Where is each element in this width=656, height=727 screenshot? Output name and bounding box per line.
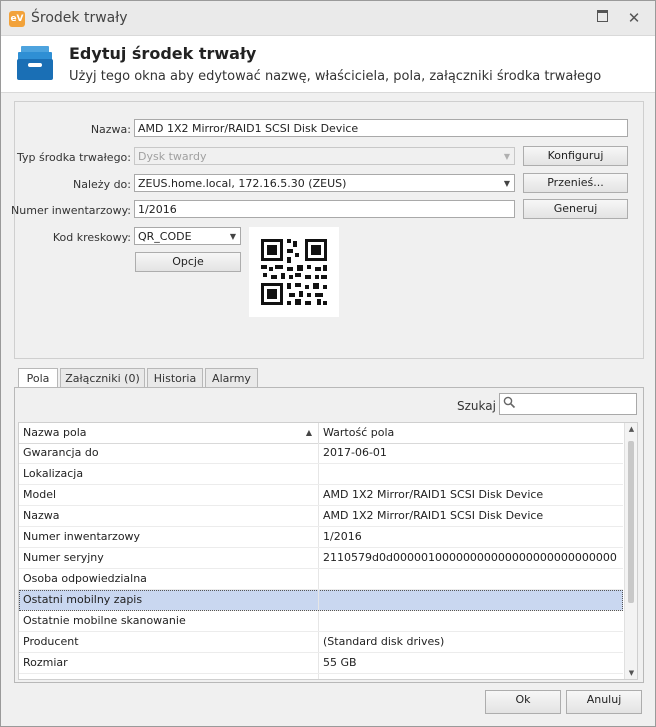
field-name-cell: Numer inwentarzowy [19,527,319,547]
field-value-cell[interactable] [319,464,623,484]
cancel-button[interactable]: Anuluj [566,690,642,714]
table-header: Nazwa pola ▲ Wartość pola [19,423,623,444]
table-body: Gwarancja do 2017-06-01 Lokalizacja Model AM… [19,443,623,679]
chevron-down-icon: ▼ [503,152,510,161]
field-value-cell[interactable]: (Standard disk drives) [319,632,623,652]
move-button[interactable]: Przenieś... [523,173,628,193]
field-value-cell[interactable]: SCSI [319,674,623,679]
field-value-cell[interactable]: 2017-06-01 [319,443,623,463]
vertical-scrollbar[interactable]: ▲ ▼ [624,423,637,679]
ok-button[interactable]: Ok [485,690,561,714]
table-row[interactable]: Numer inwentarzowy 1/2016 [19,527,623,548]
field-value-cell[interactable]: 1/2016 [319,527,623,547]
chevron-down-icon: ▼ [229,232,236,241]
tab-zalaczniki[interactable]: Załączniki (0) [60,368,145,388]
field-name-cell: Ostatni mobilny zapis [19,590,319,610]
table-row[interactable]: Typ interfejsuSCSI [19,674,623,679]
table-row[interactable]: Nazwa AMD 1X2 Mirror/RAID1 SCSI Disk Devi… [19,506,623,527]
close-icon: ✕ [627,9,641,27]
scroll-up-icon[interactable]: ▲ [625,425,637,433]
dialog-window: eV Środek trwały ✕ Edytuj środek trwały … [0,0,656,727]
search-label: Szukaj [457,399,496,413]
archive-box-icon [17,46,53,80]
app-logo-icon: eV [9,11,25,27]
sort-ascending-icon: ▲ [305,428,312,437]
table-row[interactable]: Producent (Standard disk drives) [19,632,623,653]
field-name-cell: Lokalizacja [19,464,319,484]
search-icon [503,396,516,409]
field-name-cell: Nazwa [19,506,319,526]
inventory-label: Numer inwentarzowy: [11,204,131,217]
field-name-cell: Numer seryjny [19,548,319,568]
table-row[interactable]: Numer seryjny 2110579d0d00000100000000000… [19,548,623,569]
field-name-cell: Osoba odpowiedzialna [19,569,319,589]
table-row[interactable]: Ostatni mobilny zapis [19,590,623,611]
barcode-label: Kod kreskowy: [52,231,131,244]
field-name-cell: Ostatnie mobilne skanowanie [19,611,319,631]
name-input[interactable]: AMD 1X2 Mirror/RAID1 SCSI Disk Device [134,119,628,137]
fields-table: Nazwa pola ▲ Wartość pola Gwarancja do 20… [18,422,638,680]
title-bar[interactable]: eV Środek trwały ✕ [1,1,655,35]
field-name-cell: Gwarancja do [19,443,319,463]
table-row[interactable]: Model AMD 1X2 Mirror/RAID1 SCSI Disk Devi… [19,485,623,506]
tab-historia[interactable]: Historia [147,368,203,388]
table-row[interactable]: Rozmiar 55 GB [19,653,623,674]
owner-select[interactable]: ZEUS.home.local, 172.16.5.30 (ZEUS) ▼ [134,174,515,192]
qr-code-image [249,227,339,317]
field-value-cell[interactable] [319,611,623,631]
fields-tab-panel: Szukaj Nazwa pola ▲ Wartość pola Gwaranc… [14,387,644,683]
options-button[interactable]: Opcje [135,252,241,272]
dialog-header: Edytuj środek trwały Użyj tego okna aby … [1,35,655,93]
table-row[interactable]: Ostatnie mobilne skanowanie [19,611,623,632]
owner-select-value: ZEUS.home.local, 172.16.5.30 (ZEUS) [138,177,347,190]
type-select: Dysk twardy ▼ [134,147,515,165]
chevron-down-icon: ▼ [503,179,510,188]
generate-button[interactable]: Generuj [523,199,628,219]
type-label: Typ środka trwałego: [16,151,131,164]
field-value-cell[interactable]: AMD 1X2 Mirror/RAID1 SCSI Disk Device [319,506,623,526]
field-value-cell[interactable]: 2110579d0d000001000000000000000000000000… [319,548,623,568]
field-value-cell[interactable] [319,569,623,589]
tab-alarmy[interactable]: Alarmy [205,368,258,388]
tab-pola[interactable]: Pola [18,368,58,389]
window-title: Środek trwały [31,10,128,26]
header-subtitle: Użyj tego okna aby edytować nazwę, właśc… [69,69,602,84]
barcode-type-value: QR_CODE [138,230,192,243]
field-name-cell: Typ interfejsu [19,674,319,679]
configure-button[interactable]: Konfiguruj [523,146,628,166]
field-name-cell: Rozmiar [19,653,319,673]
table-row[interactable]: Lokalizacja [19,464,623,485]
field-value-cell[interactable]: AMD 1X2 Mirror/RAID1 SCSI Disk Device [319,485,623,505]
field-name-cell: Producent [19,632,319,652]
field-value-cell[interactable]: 55 GB [319,653,623,673]
table-row[interactable]: Gwarancja do 2017-06-01 [19,443,623,464]
close-button[interactable]: ✕ [625,9,643,27]
field-value-cell[interactable] [319,590,623,610]
maximize-button[interactable] [593,9,611,27]
type-select-value: Dysk twardy [138,150,207,163]
owner-label: Należy do: [73,178,131,191]
column-header-field-name[interactable]: Nazwa pola ▲ [19,423,319,443]
barcode-type-select[interactable]: QR_CODE ▼ [134,227,241,245]
name-label: Nazwa: [90,123,131,136]
maximize-icon [596,10,608,22]
inventory-number-input[interactable]: 1/2016 [134,200,515,218]
header-title: Edytuj środek trwały [69,44,257,63]
column-header-field-value[interactable]: Wartość pola [319,423,623,443]
scroll-down-icon[interactable]: ▼ [625,669,637,677]
field-name-cell: Model [19,485,319,505]
table-row[interactable]: Osoba odpowiedzialna [19,569,623,590]
search-input[interactable] [499,393,637,415]
scrollbar-thumb[interactable] [628,441,634,603]
